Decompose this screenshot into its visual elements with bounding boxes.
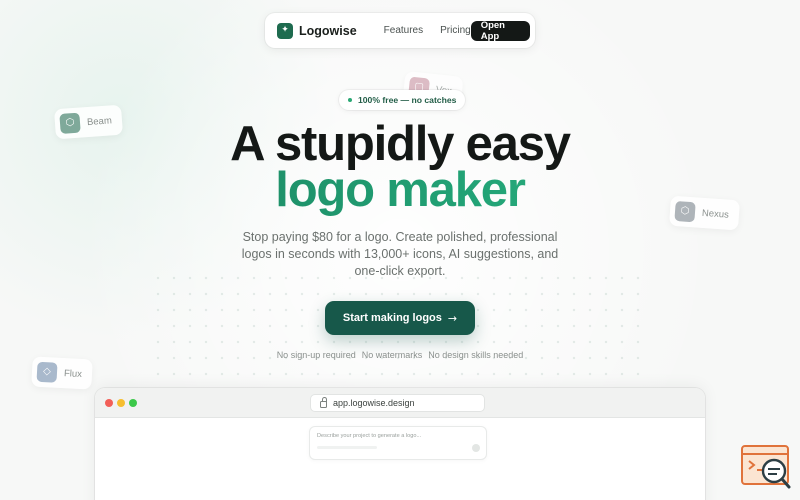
perks-list: No sign-up required No watermarks No des… — [0, 350, 800, 360]
prompt-input-preview: Describe your project to generate a logo… — [309, 426, 487, 460]
floating-chip-flux: ◇ Flux — [31, 356, 93, 390]
cta-label: Start making logos — [342, 312, 442, 324]
window-close-icon — [105, 399, 113, 407]
prompt-skeleton-line — [317, 446, 377, 449]
badge-text: 100% free — no catches — [358, 95, 457, 105]
browser-mockup: app.logowise.design Describe your projec… — [95, 388, 705, 500]
drop-icon: ◇ — [36, 361, 58, 383]
prompt-placeholder: Describe your project to generate a logo… — [317, 433, 422, 439]
nav-link-pricing[interactable]: Pricing — [440, 25, 471, 36]
arrow-right-icon: → — [447, 311, 458, 325]
url-text: app.logowise.design — [333, 398, 415, 408]
browser-toolbar: app.logowise.design — [95, 388, 705, 418]
feedback-widget-icon[interactable] — [740, 445, 792, 491]
chip-label: Flux — [63, 367, 83, 380]
send-icon — [472, 444, 480, 452]
address-bar: app.logowise.design — [310, 394, 485, 412]
sparkle-icon: ✦ — [277, 22, 293, 39]
brand-name: Logowise — [299, 23, 357, 38]
window-maximize-icon — [129, 399, 137, 407]
hero-subtitle: Stop paying $80 for a logo. Create polis… — [241, 230, 559, 278]
perk-item: No design skills needed — [428, 350, 524, 360]
hero-title-line2: logo maker — [0, 163, 800, 218]
top-navbar: ✦ Logowise Features Pricing Open App — [265, 13, 535, 48]
lock-icon — [320, 397, 327, 408]
nav-link-features[interactable]: Features — [384, 25, 423, 36]
open-app-button[interactable]: Open App — [470, 20, 530, 42]
start-making-logos-button[interactable]: Start making logos → — [325, 301, 475, 335]
brand-logo[interactable]: ✦ Logowise — [277, 22, 357, 39]
window-minimize-icon — [117, 399, 125, 407]
status-dot-icon — [348, 98, 352, 102]
perk-item: No watermarks — [361, 350, 423, 360]
free-badge: 100% free — no catches — [339, 90, 466, 110]
perk-item: No sign-up required — [276, 350, 356, 360]
